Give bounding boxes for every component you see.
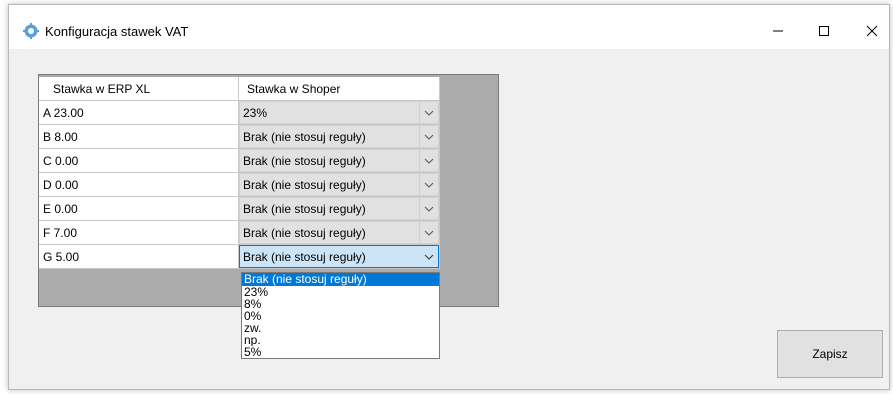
table-row: D 0.00 Brak (nie stosuj reguły) — [39, 173, 440, 197]
minimize-button[interactable] — [755, 17, 801, 45]
combobox-value: Brak (nie stosuj reguły) — [243, 249, 366, 264]
chevron-down-icon[interactable] — [419, 174, 438, 195]
shoper-rate-combobox[interactable]: 23% — [239, 101, 439, 124]
grid-header: Stawka w ERP XL Stawka w Shoper — [39, 77, 440, 101]
gear-icon — [23, 23, 39, 39]
table-row: G 5.00 Brak (nie stosuj reguły) — [39, 245, 440, 269]
dialog-window: Konfiguracja stawek VAT Stawka w ERP XL … — [8, 4, 890, 390]
chevron-down-icon[interactable] — [419, 198, 438, 219]
shoper-rate-combobox[interactable]: Brak (nie stosuj reguły) — [239, 245, 439, 268]
chevron-down-icon[interactable] — [419, 222, 438, 243]
shoper-rate-cell: Brak (nie stosuj reguły) — [239, 197, 440, 221]
erp-rate-cell[interactable]: A 23.00 — [39, 101, 239, 125]
erp-rate-cell[interactable]: G 5.00 — [39, 245, 239, 269]
dropdown-option[interactable]: 5% — [242, 346, 439, 358]
erp-rate-cell[interactable]: B 8.00 — [39, 125, 239, 149]
table-row: C 0.00 Brak (nie stosuj reguły) — [39, 149, 440, 173]
erp-rate-cell[interactable]: F 7.00 — [39, 221, 239, 245]
table-row: B 8.00 Brak (nie stosuj reguły) — [39, 125, 440, 149]
dropdown-option[interactable]: np. — [242, 334, 439, 346]
chevron-down-icon[interactable] — [420, 246, 438, 267]
column-header-erp[interactable]: Stawka w ERP XL — [39, 77, 239, 101]
combobox-value: Brak (nie stosuj reguły) — [243, 129, 366, 144]
combobox-value: 23% — [243, 105, 268, 120]
save-button[interactable]: Zapisz — [777, 330, 883, 378]
table-row: A 23.00 23% — [39, 101, 440, 125]
dropdown-option[interactable]: 23% — [242, 286, 439, 298]
chevron-down-icon[interactable] — [419, 150, 438, 171]
shoper-rate-combobox[interactable]: Brak (nie stosuj reguły) — [239, 149, 439, 172]
combobox-value: Brak (nie stosuj reguły) — [243, 177, 366, 192]
combobox-value: Brak (nie stosuj reguły) — [243, 153, 366, 168]
dropdown-option[interactable]: 8% — [242, 298, 439, 310]
shoper-rate-combobox[interactable]: Brak (nie stosuj reguły) — [239, 197, 439, 220]
erp-rate-cell[interactable]: E 0.00 — [39, 197, 239, 221]
shoper-rate-cell: Brak (nie stosuj reguły) — [239, 125, 440, 149]
shoper-rate-combobox[interactable]: Brak (nie stosuj reguły) — [239, 173, 439, 196]
close-icon — [866, 25, 878, 37]
minimize-icon — [773, 30, 783, 32]
combobox-value: Brak (nie stosuj reguły) — [243, 225, 366, 240]
shoper-rate-combobox[interactable]: Brak (nie stosuj reguły) — [239, 125, 439, 148]
dropdown-option[interactable]: 0% — [242, 310, 439, 322]
chevron-down-icon[interactable] — [419, 126, 438, 147]
column-header-shoper[interactable]: Stawka w Shoper — [239, 77, 440, 101]
table-row: F 7.00 Brak (nie stosuj reguły) — [39, 221, 440, 245]
window-title: Konfiguracja stawek VAT — [45, 24, 189, 39]
shoper-rate-cell: Brak (nie stosuj reguły) — [239, 221, 440, 245]
erp-rate-cell[interactable]: C 0.00 — [39, 149, 239, 173]
shoper-rate-cell: 23% — [239, 101, 440, 125]
combobox-value: Brak (nie stosuj reguły) — [243, 201, 366, 216]
shoper-rate-cell: Brak (nie stosuj reguły) — [239, 245, 440, 269]
table-row: E 0.00 Brak (nie stosuj reguły) — [39, 197, 440, 221]
dropdown-option[interactable]: zw. — [242, 322, 439, 334]
close-button[interactable] — [849, 17, 893, 45]
erp-rate-cell[interactable]: D 0.00 — [39, 173, 239, 197]
dropdown-list: Brak (nie stosuj reguły) 23% 8% 0% zw. n… — [241, 272, 440, 359]
shoper-rate-cell: Brak (nie stosuj reguły) — [239, 173, 440, 197]
maximize-icon — [819, 26, 829, 36]
shoper-rate-cell: Brak (nie stosuj reguły) — [239, 149, 440, 173]
maximize-button[interactable] — [801, 17, 847, 45]
title-bar[interactable]: Konfiguracja stawek VAT — [9, 5, 889, 49]
dropdown-option[interactable]: Brak (nie stosuj reguły) — [242, 273, 439, 286]
shoper-rate-combobox[interactable]: Brak (nie stosuj reguły) — [239, 221, 439, 244]
chevron-down-icon[interactable] — [419, 102, 438, 123]
